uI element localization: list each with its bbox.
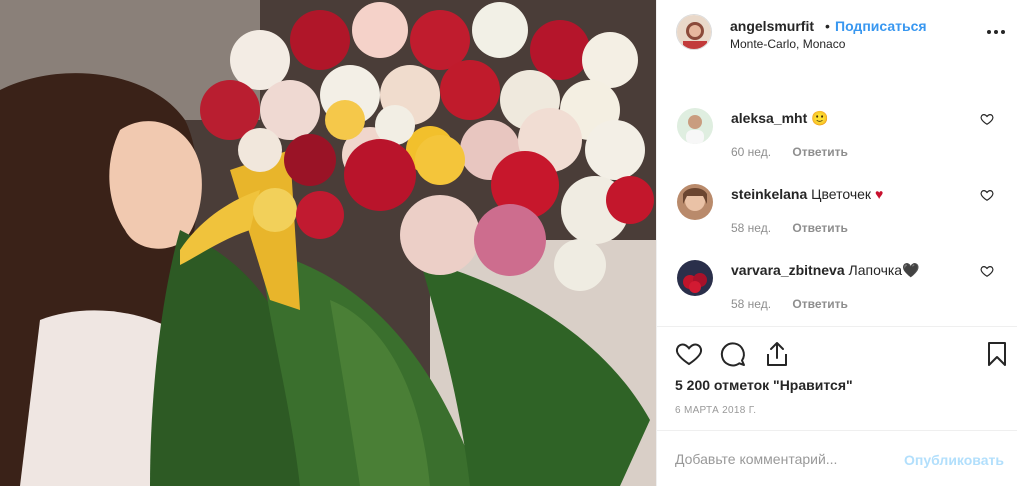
comment-username[interactable]: steinkelana — [731, 186, 807, 202]
post-location[interactable]: Monte-Carlo, Monaco — [730, 37, 845, 51]
comments-list[interactable]: aleksa_mht 🙂 60 нед. Ответить steinkelan — [657, 70, 1017, 325]
comment-username[interactable]: aleksa_mht — [731, 110, 807, 126]
share-icon[interactable] — [763, 340, 791, 368]
comment-item: aleksa_mht 🙂 60 нед. Ответить — [657, 108, 1017, 184]
post-photo[interactable] — [0, 0, 656, 486]
author-avatar[interactable] — [676, 14, 712, 50]
comment-heart-icon[interactable] — [980, 188, 994, 202]
red-heart-icon: ♥ — [874, 186, 884, 202]
commenter-avatar[interactable] — [677, 184, 713, 220]
comment-username[interactable]: varvara_zbitneva — [731, 262, 845, 278]
comment-item: steinkelana Цветочек ♥ 58 нед. Ответить — [657, 184, 1017, 260]
author-username[interactable]: angelsmurfit — [730, 18, 814, 34]
comment-line: aleksa_mht 🙂 — [731, 110, 829, 127]
comment-meta: 60 нед. Ответить — [731, 145, 848, 159]
comment-heart-icon[interactable] — [980, 112, 994, 126]
reply-button[interactable]: Ответить — [792, 145, 847, 159]
roses-illustration — [0, 0, 656, 486]
comment-line: steinkelana Цветочек ♥ — [731, 186, 883, 202]
comment-age[interactable]: 58 нед. — [731, 297, 771, 311]
comment-item: varvara_zbitneva Лапочка🖤 58 нед. Ответи… — [657, 260, 1017, 325]
follow-button[interactable]: Подписаться — [835, 18, 927, 34]
comment-meta: 58 нед. Ответить — [731, 221, 848, 235]
comment-text: Цветочек ♥ — [811, 186, 884, 202]
post-date[interactable]: 6 МАРТА 2018 Г. — [675, 405, 756, 416]
comment-age[interactable]: 58 нед. — [731, 221, 771, 235]
comment-input[interactable] — [675, 451, 890, 467]
author-avatar-image — [677, 15, 711, 49]
commenter-avatar-image — [677, 184, 713, 220]
commenter-avatar[interactable] — [677, 108, 713, 144]
commenter-avatar-image — [677, 108, 713, 144]
comment-text: Лапочка🖤 — [848, 262, 920, 278]
comment-meta: 58 нед. Ответить — [731, 297, 848, 311]
header-separator: • — [825, 18, 830, 34]
publish-button[interactable]: Опубликовать — [904, 452, 1004, 468]
commenter-avatar-image — [677, 260, 713, 296]
comment-age[interactable]: 60 нед. — [731, 145, 771, 159]
reply-button[interactable]: Ответить — [792, 221, 847, 235]
post-header: angelsmurfit • Подписаться Monte-Carlo, … — [657, 0, 1017, 64]
add-comment-bar: Опубликовать — [657, 430, 1017, 486]
comment-heart-icon[interactable] — [980, 264, 994, 278]
comment-text: 🙂 — [811, 110, 829, 126]
bookmark-icon[interactable] — [983, 340, 1011, 368]
more-options-icon[interactable] — [987, 26, 1007, 38]
post-actions: 5 200 отметок "Нравится" 6 МАРТА 2018 Г. — [657, 326, 1017, 430]
commenter-avatar[interactable] — [677, 260, 713, 296]
comment-icon[interactable] — [719, 340, 747, 368]
likes-count[interactable]: 5 200 отметок "Нравится" — [675, 377, 853, 393]
reply-button[interactable]: Ответить — [792, 297, 847, 311]
comment-line: varvara_zbitneva Лапочка🖤 — [731, 262, 920, 279]
post-sidebar: angelsmurfit • Подписаться Monte-Carlo, … — [656, 0, 1017, 486]
heart-icon[interactable] — [675, 340, 703, 368]
